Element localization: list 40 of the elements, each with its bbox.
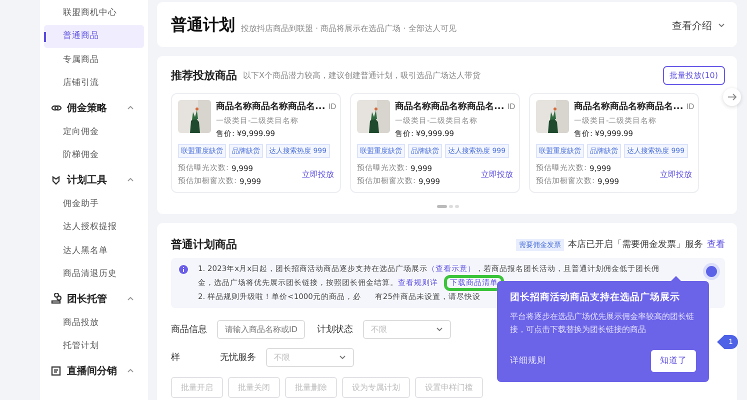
page-subtitle: 投放抖店商品到联盟 · 商品将展示在选品广场 · 全部达人可见 [241, 22, 456, 34]
sidebar-item[interactable]: 商品清退历史 [44, 262, 144, 286]
sidebar-item[interactable]: 托管计划 [44, 334, 144, 358]
batch-launch-button[interactable]: 批量投放(10) [662, 66, 725, 85]
launch-link[interactable]: 立即投放 [481, 169, 513, 180]
invoice-text: 本店已开启「需要佣金发票」服务 [568, 238, 703, 251]
sidebar-item[interactable]: 商品投放 [44, 311, 144, 334]
intro-link[interactable]: 查看介绍 [672, 18, 712, 32]
product-name: 商品名称商品名称商品名... [574, 100, 684, 113]
sidebar-group[interactable]: 计划工具 [44, 167, 144, 192]
launch-link[interactable]: 立即投放 [302, 169, 334, 180]
popover-title: 团长招商活动商品支持在选品广场展示 [510, 291, 681, 304]
page-title: 普通计划 [171, 15, 235, 36]
section-title: 推荐投放商品 [171, 68, 237, 83]
view-link[interactable]: 查看 [707, 238, 725, 251]
got-it-button[interactable]: 知道了 [651, 350, 696, 372]
sidebar-item[interactable]: 定向佣金 [44, 120, 144, 144]
filter-label: 计划状态 [317, 324, 354, 336]
section-hint: 以下X个商品潜力较高，建议创建普通计划，吸引选品广场达人带货 [243, 70, 480, 81]
filter-label: 商品信息 [171, 324, 208, 336]
product-name: 商品名称商品名称商品名... [395, 100, 504, 113]
sidebar-item[interactable]: 佣金助手 [44, 192, 144, 216]
sidebar-item[interactable]: 达人黑名单 [44, 239, 144, 262]
search-field[interactable]: 请输入商品名称或ID [217, 320, 305, 339]
product-name: 商品名称商品名称商品名... [216, 100, 326, 113]
popover-text: 平台将逐步在选品广场优先展示佣金率较高的团长链接，可点击下载替换为团长链接的商品 [510, 311, 695, 336]
launch-link[interactable]: 立即投放 [660, 169, 692, 180]
sidebar-group[interactable]: 团长托管 [44, 286, 144, 311]
sidebar-item[interactable]: 店铺引流 [44, 72, 144, 95]
sidebar-item[interactable]: 联盟商机中心 [44, 1, 144, 24]
filter-label: 无忧服务 [220, 352, 257, 364]
sidebar-group[interactable]: 佣金策略 [44, 95, 144, 120]
filter-label: 样 [171, 352, 180, 364]
sidebar-item[interactable]: 达人授权提报 [44, 216, 144, 239]
sidebar-item[interactable]: 专属商品 [44, 48, 144, 72]
sidebar-item[interactable]: 普通商品 [44, 24, 144, 48]
rules-link[interactable]: 详细规则 [510, 355, 546, 367]
section-title: 普通计划商品 [171, 237, 237, 252]
sidebar-group[interactable]: 直播间分销 [44, 358, 144, 383]
sidebar-item[interactable]: 阶梯佣金 [44, 144, 144, 167]
